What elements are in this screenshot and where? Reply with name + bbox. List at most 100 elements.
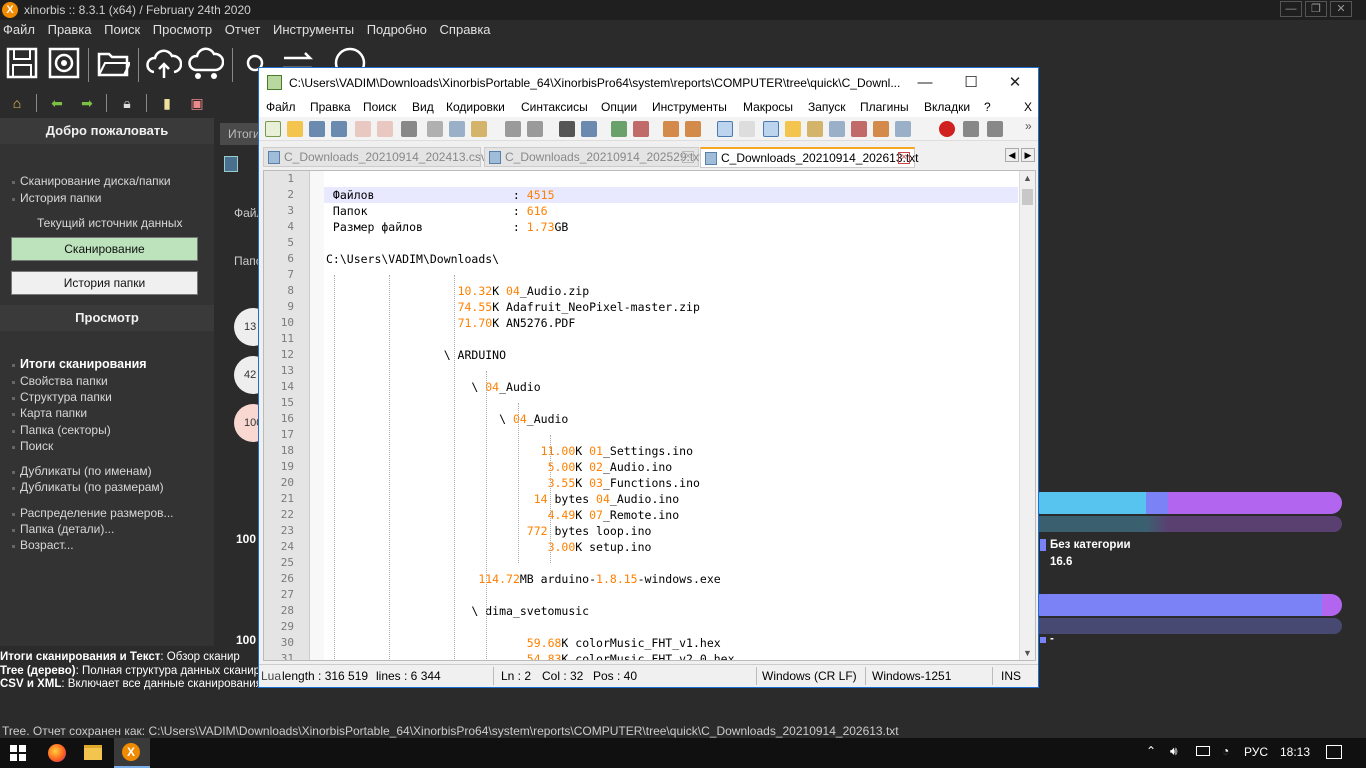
history-button[interactable]: История папки xyxy=(11,271,198,295)
npp-menu-tabs[interactable]: Вкладки xyxy=(924,98,970,117)
menu-search[interactable]: Поиск xyxy=(104,22,140,37)
lock-icon[interactable]: 🔒︎ xyxy=(118,94,136,112)
replace-icon[interactable] xyxy=(581,121,597,137)
close-all-icon[interactable] xyxy=(377,121,393,137)
new-file-icon[interactable] xyxy=(265,121,281,137)
doc-list-icon[interactable] xyxy=(873,121,889,137)
npp-menu-encoding[interactable]: Кодировки xyxy=(446,98,505,117)
view-item-size-distribution[interactable]: Распределение размеров... xyxy=(12,506,174,520)
toolbar-overflow-icon[interactable]: » xyxy=(1025,119,1032,133)
tab-scroll-left-icon[interactable]: ◀ xyxy=(1005,148,1019,162)
npp-close-button[interactable]: ✕ xyxy=(992,68,1038,98)
vertical-scrollbar[interactable]: ▲ ▼ xyxy=(1019,171,1035,660)
npp-minimize-button[interactable]: — xyxy=(902,68,948,98)
menu-file[interactable]: Файл xyxy=(3,22,35,37)
tab-close-icon[interactable]: × xyxy=(682,151,694,163)
undo-icon[interactable] xyxy=(505,121,521,137)
notifications-icon[interactable] xyxy=(1326,745,1342,759)
file-explorer-icon[interactable] xyxy=(84,745,102,760)
view-item-folder-map[interactable]: Карта папки xyxy=(11,406,87,420)
play-macro-icon[interactable] xyxy=(987,121,1003,137)
save-icon[interactable] xyxy=(4,46,40,82)
scan-disk-link[interactable]: Сканирование диска/папки xyxy=(12,174,171,188)
zoom-in-icon[interactable] xyxy=(611,121,627,137)
firefox-icon[interactable] xyxy=(48,744,66,762)
menu-report[interactable]: Отчет xyxy=(225,22,261,37)
close-file-icon[interactable] xyxy=(355,121,371,137)
npp-menu-syntax[interactable]: Синтаксисы xyxy=(521,98,588,117)
npp-menu-tools[interactable]: Инструменты xyxy=(652,98,727,117)
scroll-down-icon[interactable]: ▼ xyxy=(1023,648,1032,658)
npp-menu-plugins[interactable]: Плагины xyxy=(860,98,909,117)
zoom-out-icon[interactable] xyxy=(633,121,649,137)
indent-guide-icon[interactable] xyxy=(763,121,779,137)
npp-menu-macros[interactable]: Макросы xyxy=(743,98,793,117)
stop-macro-icon[interactable] xyxy=(963,121,979,137)
menu-tools[interactable]: Инструменты xyxy=(273,22,354,37)
tab-summary[interactable]: Итоги xyxy=(220,123,260,145)
save-icon[interactable] xyxy=(224,156,238,172)
menu-details[interactable]: Подробно xyxy=(367,22,427,37)
battery-icon[interactable] xyxy=(1196,746,1210,756)
open-file-icon[interactable] xyxy=(287,121,303,137)
redo-icon[interactable] xyxy=(527,121,543,137)
sync-vertical-icon[interactable] xyxy=(663,121,679,137)
tab-scroll-right-icon[interactable]: ▶ xyxy=(1021,148,1035,162)
copy-icon[interactable] xyxy=(449,121,465,137)
cloud-network-icon[interactable] xyxy=(188,46,225,82)
clock[interactable]: 18:13 xyxy=(1280,745,1310,759)
save-all-icon[interactable] xyxy=(331,121,347,137)
windows-start-icon[interactable] xyxy=(10,745,26,761)
save-icon[interactable] xyxy=(309,121,325,137)
doc-map-icon[interactable] xyxy=(807,121,823,137)
npp-menu-edit[interactable]: Правка xyxy=(310,98,351,117)
paste-icon[interactable] xyxy=(471,121,487,137)
minimize-button[interactable]: — xyxy=(1280,1,1302,17)
view-item-duplicates-sizes[interactable]: Дубликаты (по размерам) xyxy=(12,480,164,494)
report-icon[interactable]: ▣ xyxy=(188,94,206,112)
view-item-folder-properties[interactable]: Свойства папки xyxy=(12,374,108,388)
npp-menu-search[interactable]: Поиск xyxy=(363,98,396,117)
npp-menu-help[interactable]: ? xyxy=(984,98,991,117)
tab-txt-202529[interactable]: C_Downloads_20210914_202529.txt × xyxy=(484,147,703,167)
view-item-age[interactable]: Возраст... xyxy=(12,538,74,552)
database-icon[interactable]: ▮ xyxy=(158,94,176,112)
view-item-duplicates-names[interactable]: Дубликаты (по именам) xyxy=(12,464,152,478)
settings-icon[interactable] xyxy=(46,46,82,82)
scroll-up-icon[interactable]: ▲ xyxy=(1023,173,1032,183)
find-icon[interactable] xyxy=(559,121,575,137)
record-macro-icon[interactable] xyxy=(939,121,955,137)
sync-horizontal-icon[interactable] xyxy=(685,121,701,137)
maximize-button[interactable]: ❐ xyxy=(1305,1,1327,17)
npp-maximize-button[interactable]: ☐ xyxy=(948,68,994,98)
network-icon[interactable]: ◔ xyxy=(1222,744,1229,758)
volume-icon[interactable]: 🔊︎ xyxy=(1170,744,1178,759)
chevron-up-icon[interactable]: ⌃ xyxy=(1146,744,1156,758)
close-button[interactable]: ✕ xyxy=(1330,1,1352,17)
udl-icon[interactable] xyxy=(785,121,801,137)
npp-menu-file[interactable]: Файл xyxy=(266,98,296,117)
menu-edit[interactable]: Правка xyxy=(48,22,92,37)
taskbar-xinorbis[interactable]: X xyxy=(114,738,150,768)
menu-help[interactable]: Справка xyxy=(440,22,491,37)
arrow-right-icon[interactable]: ➡ xyxy=(78,94,96,112)
word-wrap-icon[interactable] xyxy=(717,121,733,137)
cut-icon[interactable] xyxy=(427,121,443,137)
monitoring-icon[interactable] xyxy=(895,121,911,137)
npp-menu-close-doc[interactable]: X xyxy=(1024,98,1032,117)
folder-workspace-icon[interactable] xyxy=(851,121,867,137)
print-icon[interactable] xyxy=(401,121,417,137)
language-indicator[interactable]: РУС xyxy=(1244,745,1268,759)
view-item-scan-summary[interactable]: Итоги сканирования xyxy=(12,357,147,371)
view-item-folder-details[interactable]: Папка (детали)... xyxy=(11,522,114,536)
cloud-upload-icon[interactable] xyxy=(146,46,183,82)
npp-menu-options[interactable]: Опции xyxy=(601,98,637,117)
view-item-folder-sectors[interactable]: Папка (секторы) xyxy=(12,423,111,437)
home-icon[interactable]: ⌂ xyxy=(8,94,26,112)
arrow-left-icon[interactable]: ⬅ xyxy=(48,94,66,112)
show-all-chars-icon[interactable] xyxy=(739,121,755,137)
tab-csv[interactable]: C_Downloads_20210914_202413.csv xyxy=(263,147,487,167)
view-item-folder-structure[interactable]: Структура папки xyxy=(12,390,112,404)
tab-close-icon[interactable]: × xyxy=(898,152,910,164)
tab-txt-202613[interactable]: C_Downloads_20210914_202613.txt × xyxy=(700,147,919,168)
